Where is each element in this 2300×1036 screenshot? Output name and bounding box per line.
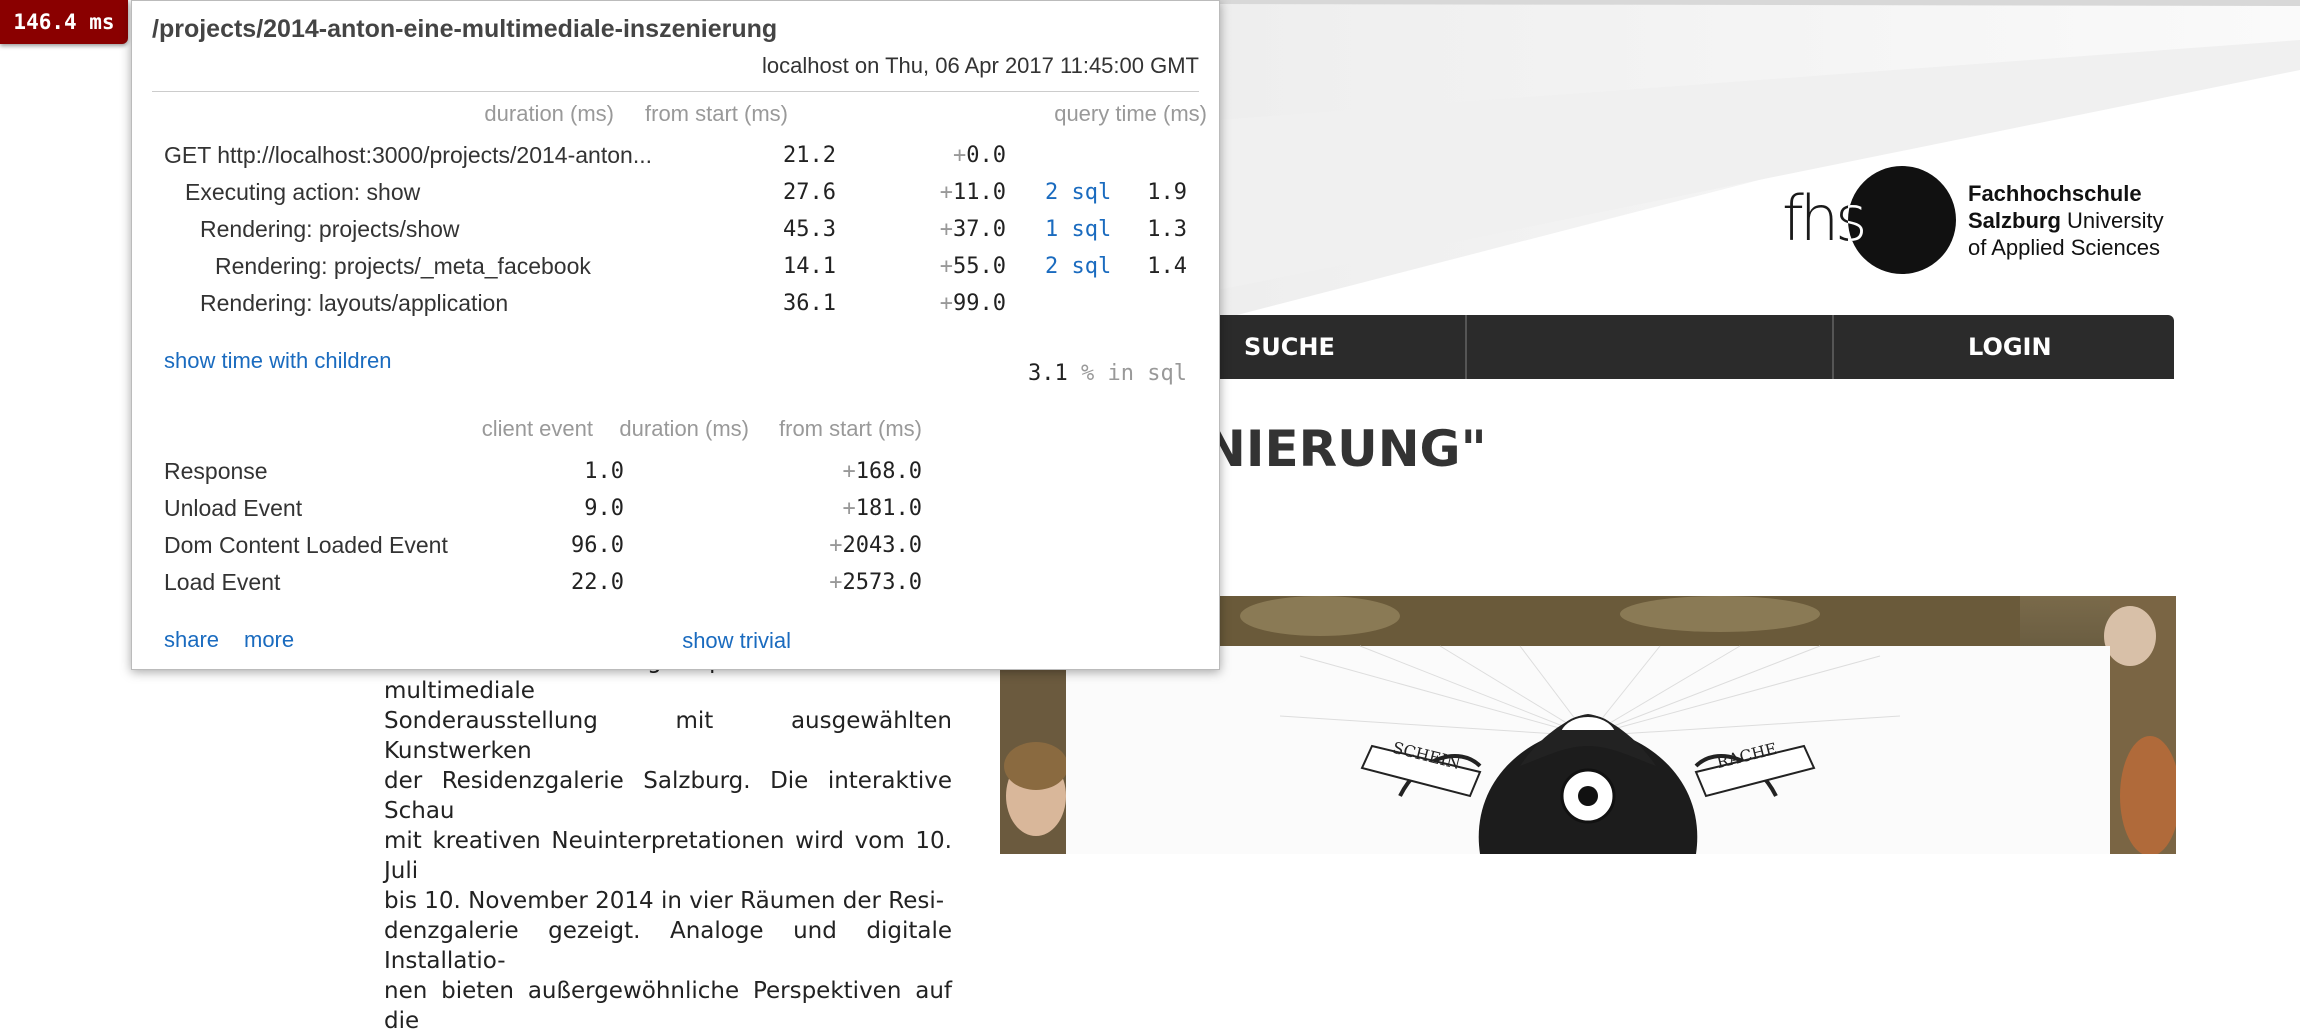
header-duration: duration (ms) [484,101,614,126]
timing-row-label[interactable]: Rendering: projects/show [200,216,460,243]
logo-line2-bold: Salzburg [1968,208,2061,233]
nav-separator [1465,315,1467,379]
header-query-time: query time (ms) [1054,101,1207,126]
main-nav: SUCHE LOGIN [1180,315,2174,379]
fhs-logo[interactable]: fhs fhs Fachhochschule Salzburg Universi… [1782,160,2182,280]
body-line: mit kreativen Neuinterpretationen wird v… [384,828,952,884]
profiler-popup: /projects/2014-anton-eine-multimediale-i… [131,0,1220,670]
client-event-label: Load Event [164,569,281,595]
timing-row-label[interactable]: Rendering: layouts/application [200,290,508,317]
nav-search[interactable]: SUCHE [1244,315,1335,379]
timing-row-query-time: 1.3 [1147,217,1187,242]
show-time-with-children-link[interactable]: show time with children [164,348,391,374]
logo-line3: of Applied Sciences [1968,235,2161,260]
sql-link[interactable]: 2 sql [1045,180,1111,205]
body-line: denzgalerie gezeigt. Analoge und digital… [384,918,952,974]
nav-separator [1832,315,1834,379]
logo-line2-rest: University [2060,208,2164,233]
more-link[interactable]: more [244,627,294,653]
body-line: der Residenzgalerie Salzburg. Die intera… [384,768,952,824]
client-event-duration: 22.0 [571,570,624,595]
divider [152,91,1199,92]
sql-percentage: 3.1 % in sql [1028,361,1187,386]
sql-link[interactable]: 1 sql [1045,217,1111,242]
client-event-duration: 1.0 [584,459,624,484]
body-line: Sonderausstellung mit ausgewählten Kunst… [384,708,952,764]
header-client-event: client event [481,416,593,441]
timing-row-duration: 45.3 [783,217,836,242]
header-from-start: from start (ms) [645,101,788,126]
logo-line1: Fachhochschule [1968,181,2142,206]
timing-row-from-start: +37.0 [939,217,1006,242]
body-line: nen bieten außergewöhnliche Perspektiven… [384,978,952,1034]
profiler-badge[interactable]: 146.4 ms [0,0,128,44]
timing-row-query-time: 1.9 [1147,180,1187,205]
sql-link[interactable]: 2 sql [1045,254,1111,279]
page-headline: NIERUNG" [1204,420,1487,478]
client-event-label: Unload Event [164,495,303,521]
client-event-from-start: +2573.0 [829,570,922,595]
client-event-duration: 9.0 [584,496,624,521]
client-event-from-start: +181.0 [842,496,922,521]
logo-circle [1848,166,1956,274]
timing-row-label[interactable]: Executing action: show [185,179,420,206]
project-description: hochschule Salzburg präsentieren eine mu… [384,646,952,1036]
logo-wordmark: Fachhochschule Salzburg University of Ap… [1968,180,2164,261]
timing-row-duration: 21.2 [783,143,836,168]
timing-row-label[interactable]: GET http://localhost:3000/projects/2014-… [164,142,652,169]
header-client-duration: duration (ms) [619,416,749,441]
timing-row-query-time: 1.4 [1147,254,1187,279]
client-event-from-start: +2043.0 [829,533,922,558]
timing-row-duration: 14.1 [783,254,836,279]
profiler-subtitle: localhost on Thu, 06 Apr 2017 11:45:00 G… [761,53,1199,78]
timing-row-from-start: +99.0 [939,291,1006,316]
body-line: bis 10. November 2014 in vier Räumen der… [384,888,945,914]
profiler-title: /projects/2014-anton-eine-multimediale-i… [152,15,778,43]
client-event-label: Dom Content Loaded Event [164,532,448,558]
share-link[interactable]: share [164,627,219,653]
nav-login[interactable]: LOGIN [1968,315,2052,379]
header-client-from-start: from start (ms) [779,416,922,441]
timing-row-duration: 27.6 [783,180,836,205]
timing-row-duration: 36.1 [783,291,836,316]
timing-row-from-start: +55.0 [939,254,1006,279]
timing-row-from-start: +11.0 [939,180,1006,205]
client-event-from-start: +168.0 [842,459,922,484]
show-trivial-link[interactable]: show trivial [682,628,791,654]
timing-row-label[interactable]: Rendering: projects/_meta_facebook [215,253,591,280]
client-event-duration: 96.0 [571,533,624,558]
client-event-label: Response [164,458,268,484]
timing-row-from-start: +0.0 [953,143,1006,168]
